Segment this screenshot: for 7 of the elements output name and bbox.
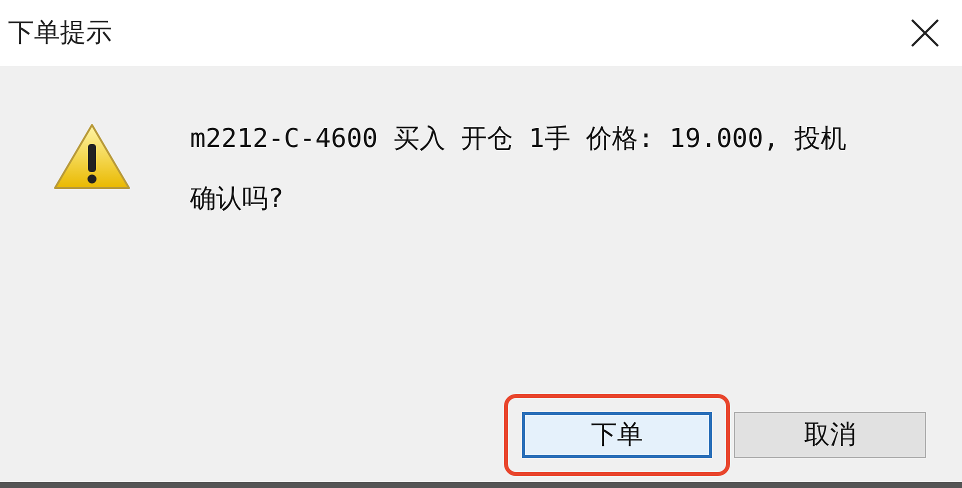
message-text: m2212-C-4600 买入 开仓 1手 价格: 19.000, 投机 [190, 123, 848, 156]
window-title: 下单提示 [8, 16, 112, 50]
dialog-button[interactable]: 取消 [734, 412, 926, 458]
close-icon[interactable] [910, 18, 940, 48]
dialog-button[interactable]: 下单 [522, 412, 712, 458]
warning-icon [52, 122, 132, 192]
message-text: 确认吗? [190, 183, 285, 216]
